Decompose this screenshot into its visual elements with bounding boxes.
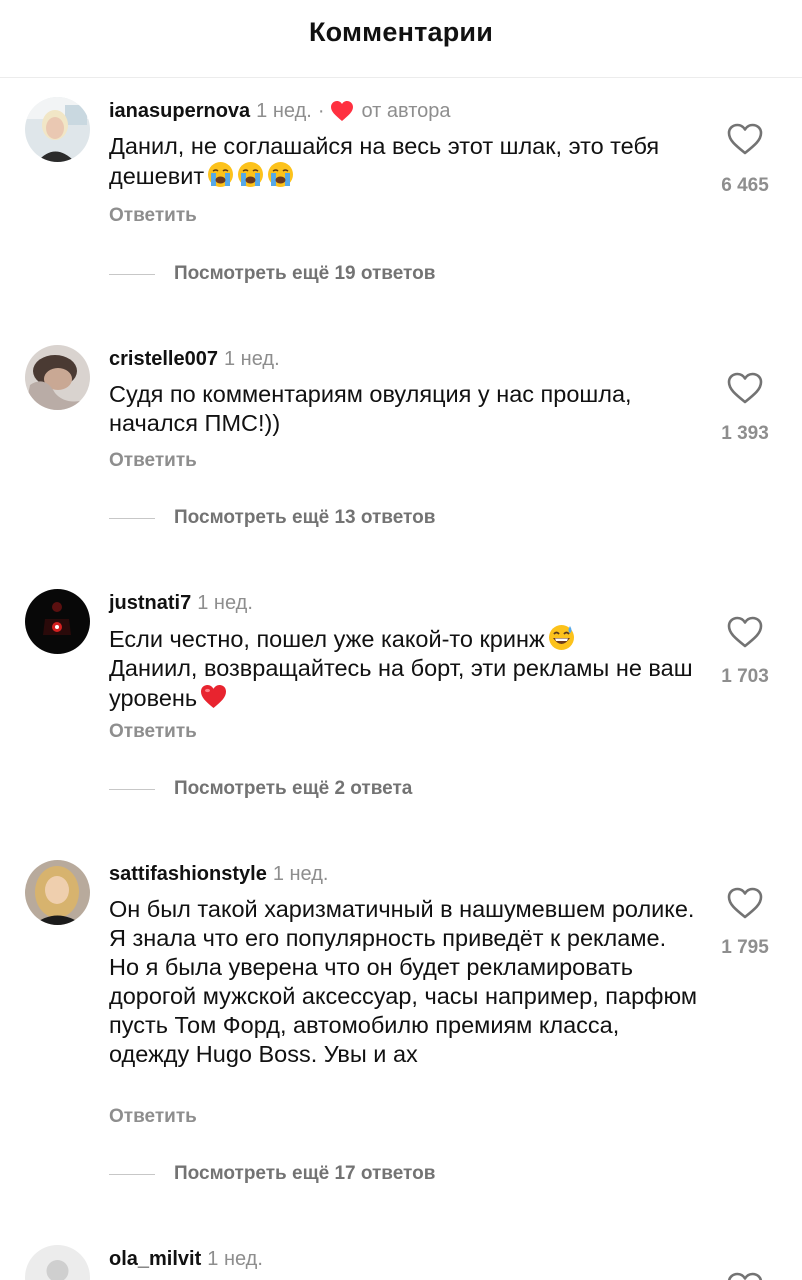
comment-time: 1 нед. <box>272 863 329 885</box>
comment-text: Судя по комментариям овуляция у нас прош… <box>109 381 632 436</box>
heart-outline-icon[interactable] <box>726 122 764 156</box>
comment-time: 1 нед. <box>256 100 312 122</box>
comment-text: Он был такой харизматичный в нашумевшем … <box>109 896 698 1067</box>
heart-outline-icon[interactable] <box>726 886 764 920</box>
view-replies-button[interactable]: Посмотреть ещё 17 ответов <box>109 1160 435 1188</box>
crying-face-icon <box>237 161 264 188</box>
view-replies-button[interactable]: Посмотреть ещё 13 ответов <box>109 504 435 532</box>
comment-time: 1 нед. <box>197 592 253 614</box>
comment-meta: ola_milvit 1 нед. <box>109 1247 263 1271</box>
avatar[interactable] <box>25 345 90 410</box>
view-replies-label: Посмотреть ещё 19 ответов <box>174 263 436 284</box>
comment-meta: sattifashionstyle 1 нед. <box>109 862 328 886</box>
comment-meta: justnati7 1 нед. <box>109 591 253 615</box>
replies-divider <box>109 1173 155 1175</box>
comments-header: Комментарии <box>0 0 802 78</box>
comment-text-line: Даниил, возвращайтесь на борт, эти рекла… <box>109 655 693 711</box>
like-count: 1 703 <box>721 666 769 687</box>
crying-face-icon <box>267 161 294 188</box>
grinning-sweat-face-icon <box>548 624 575 651</box>
replies-divider <box>109 273 155 275</box>
avatar[interactable] <box>25 589 90 654</box>
comment-text-body: Данил, не соглашайся на весь этот шлак, … <box>109 133 660 189</box>
comment-text: Данил, не соглашайся на весь этот шлак, … <box>109 132 699 191</box>
like-count: 6 465 <box>721 175 769 196</box>
separator-dot: · <box>317 100 325 122</box>
comment-time: 1 нед. <box>207 1248 263 1270</box>
avatar[interactable] <box>25 1245 90 1280</box>
reply-button[interactable]: Ответить <box>109 721 197 743</box>
comment-meta: cristelle007 1 нед. <box>109 347 280 371</box>
comment-meta: ianasupernova 1 нед. · от автора <box>109 99 451 123</box>
heart-filled-icon <box>330 100 354 122</box>
username[interactable]: sattifashionstyle <box>109 862 267 886</box>
reply-button[interactable]: Ответить <box>109 1106 197 1128</box>
avatar[interactable] <box>25 860 90 925</box>
view-replies-label: Посмотреть ещё 13 ответов <box>174 507 436 528</box>
comment-text-line: Если честно, пошел уже какой-то кринж <box>109 626 545 652</box>
red-heart-icon <box>200 683 227 710</box>
heart-outline-icon[interactable] <box>726 1271 764 1280</box>
like-count: 1 393 <box>721 423 769 444</box>
view-replies-label: Посмотреть ещё 17 ответов <box>174 1163 436 1184</box>
reply-button[interactable]: Ответить <box>109 450 197 472</box>
heart-outline-icon[interactable] <box>726 615 764 649</box>
crying-face-icon <box>207 161 234 188</box>
heart-outline-icon[interactable] <box>726 371 764 405</box>
username[interactable]: ianasupernova <box>109 99 250 123</box>
username[interactable]: ola_milvit <box>109 1247 201 1271</box>
avatar[interactable] <box>25 97 90 162</box>
username[interactable]: cristelle007 <box>109 347 218 371</box>
replies-divider <box>109 788 155 790</box>
comment-text: Если честно, пошел уже какой-то кринж Дан… <box>109 624 699 713</box>
replies-divider <box>109 517 155 519</box>
username[interactable]: justnati7 <box>109 591 191 615</box>
view-replies-button[interactable]: Посмотреть ещё 19 ответов <box>109 260 435 288</box>
like-count: 1 795 <box>721 937 769 958</box>
comment-time: 1 нед. <box>223 348 280 370</box>
reply-button[interactable]: Ответить <box>109 205 197 227</box>
page-title: Комментарии <box>308 17 493 47</box>
liked-by-author-label: от автора <box>361 100 451 122</box>
view-replies-button[interactable]: Посмотреть ещё 2 ответа <box>109 775 412 803</box>
view-replies-label: Посмотреть ещё 2 ответа <box>174 778 413 799</box>
comment-item: ola_milvit 1 нед. <box>0 1245 802 1280</box>
